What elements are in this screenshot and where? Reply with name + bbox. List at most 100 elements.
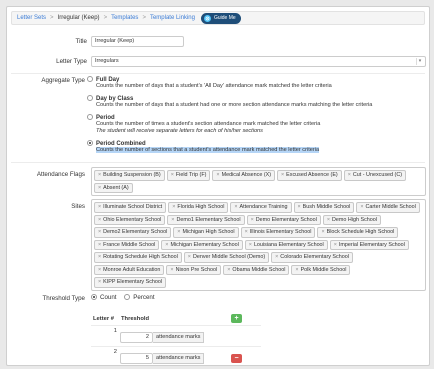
- site-tag[interactable]: × Demo1 Elementary School: [167, 214, 245, 225]
- remove-icon[interactable]: ×: [234, 204, 237, 210]
- remove-icon[interactable]: ×: [98, 279, 101, 285]
- site-tag[interactable]: × Obama Middle School: [223, 264, 290, 275]
- remove-icon[interactable]: ×: [98, 172, 101, 178]
- remove-icon[interactable]: ×: [98, 204, 101, 210]
- threshold-option-percent[interactable]: Percent: [124, 294, 155, 301]
- site-tag[interactable]: × KIPP Elementary School: [94, 277, 167, 288]
- radio-period[interactable]: [87, 114, 93, 121]
- threshold-type-label: Threshold Type: [42, 295, 85, 302]
- site-tag[interactable]: × Nixon Pre School: [166, 264, 222, 275]
- breadcrumb-template-linking[interactable]: Template Linking: [150, 15, 195, 21]
- site-tag[interactable]: × Imperial Elementary School: [329, 239, 409, 250]
- site-tag[interactable]: × Polk Middle School: [291, 264, 351, 275]
- remove-icon[interactable]: ×: [98, 254, 101, 260]
- aggregate-option-day-by-class[interactable]: Day by Class Counts the number of days t…: [87, 95, 372, 109]
- aggregate-option-full-day[interactable]: Full Day Counts the number of days that …: [87, 76, 332, 90]
- site-tag[interactable]: × Demo Elementary School: [246, 214, 321, 225]
- remove-icon[interactable]: ×: [177, 229, 180, 235]
- letter-template-card: Letter Sets > Irregular (Keep) > Templat…: [6, 6, 430, 366]
- flag-tag[interactable]: × Absent (A): [94, 182, 133, 193]
- site-tag[interactable]: × Bush Middle School: [293, 202, 355, 213]
- divider: [11, 73, 425, 74]
- remove-icon[interactable]: ×: [360, 204, 363, 210]
- site-tag[interactable]: × Florida High School: [168, 202, 229, 213]
- remove-icon[interactable]: ×: [165, 242, 168, 248]
- radio-percent[interactable]: [124, 294, 131, 301]
- site-tag[interactable]: × Block Schedule High School: [317, 227, 399, 238]
- site-tag[interactable]: × Denver Middle School (Demo): [183, 252, 270, 263]
- radio-count[interactable]: [91, 294, 97, 301]
- site-tag[interactable]: × Michigan Elementary School: [161, 239, 243, 250]
- guide-me-button[interactable]: Guide Me: [200, 12, 241, 24]
- sites-label: Sites: [71, 203, 85, 210]
- threshold-input[interactable]: 5: [120, 353, 153, 364]
- remove-icon[interactable]: ×: [98, 217, 101, 223]
- breadcrumb-separator: >: [103, 15, 108, 21]
- radio-day-by-class[interactable]: [87, 95, 93, 102]
- flag-tag[interactable]: × Building Suspension (B): [94, 170, 165, 181]
- breadcrumb-letter-sets[interactable]: Letter Sets: [17, 15, 46, 21]
- remove-icon[interactable]: ×: [170, 267, 173, 273]
- flag-tag[interactable]: × Medical Absence (X): [212, 170, 276, 181]
- remove-icon[interactable]: ×: [298, 204, 301, 210]
- col-threshold-header: Threshold: [121, 316, 150, 322]
- threshold-unit: attendance marks: [153, 332, 205, 343]
- remove-icon[interactable]: ×: [334, 242, 337, 248]
- remove-icon[interactable]: ×: [98, 185, 101, 191]
- remove-icon[interactable]: ×: [321, 229, 324, 235]
- col-letter-header: Letter #: [93, 316, 114, 322]
- remove-icon[interactable]: ×: [348, 172, 351, 178]
- attendance-flags-select[interactable]: × Building Suspension (B) × Field Trip (F)…: [91, 167, 426, 196]
- aggregate-option-period[interactable]: Period Counts the number of times a stud…: [87, 114, 320, 134]
- remove-icon[interactable]: ×: [249, 242, 252, 248]
- site-tag[interactable]: × Carter Middle School: [356, 202, 420, 213]
- flag-tag[interactable]: × Field Trip (F): [166, 170, 211, 181]
- radio-full-day[interactable]: [87, 76, 93, 83]
- site-tag[interactable]: × Demo2 Elementary School: [94, 227, 172, 238]
- radio-period-combined[interactable]: [87, 140, 93, 147]
- site-tag[interactable]: × Monroe Adult Education: [94, 264, 165, 275]
- aggregate-option-desc: Counts the number of sections that a stu…: [96, 147, 320, 153]
- site-tag[interactable]: × France Middle School: [94, 239, 160, 250]
- remove-icon[interactable]: ×: [245, 229, 248, 235]
- remove-icon[interactable]: ×: [98, 242, 101, 248]
- remove-icon[interactable]: ×: [281, 172, 284, 178]
- remove-icon[interactable]: ×: [98, 229, 101, 235]
- aggregate-option-period-combined[interactable]: Period Combined Counts the number of sec…: [87, 140, 320, 154]
- remove-icon[interactable]: ×: [172, 204, 175, 210]
- letter-number: 1: [113, 328, 117, 334]
- chevron-down-icon: ▾: [416, 58, 423, 65]
- site-tag[interactable]: × Louisiana Elementary School: [244, 239, 328, 250]
- site-tag[interactable]: × Attendance Training: [230, 202, 292, 213]
- site-tag[interactable]: × Colorado Elementary School: [271, 252, 353, 263]
- remove-icon[interactable]: ×: [171, 217, 174, 223]
- remove-icon[interactable]: ×: [275, 254, 278, 260]
- site-tag[interactable]: × Ohio Elementary School: [94, 214, 166, 225]
- remove-icon[interactable]: ×: [227, 267, 230, 273]
- threshold-input[interactable]: 2: [120, 332, 153, 343]
- breadcrumb-separator: >: [142, 15, 146, 21]
- site-tag[interactable]: × Demo High School: [322, 214, 381, 225]
- site-tag[interactable]: × Illuminate School District: [94, 202, 167, 213]
- remove-icon[interactable]: ×: [295, 267, 298, 273]
- sites-select[interactable]: × Illuminate School District × Florida Hig…: [91, 199, 426, 291]
- remove-icon[interactable]: ×: [188, 254, 191, 260]
- add-threshold-button[interactable]: +: [231, 314, 242, 323]
- remove-icon[interactable]: ×: [327, 217, 330, 223]
- remove-icon[interactable]: ×: [171, 172, 174, 178]
- aggregate-type-label: Aggregate Type: [41, 77, 85, 84]
- flag-tag[interactable]: × Excused Absence (E): [277, 170, 342, 181]
- title-input[interactable]: Irregular (Keep): [91, 36, 184, 47]
- remove-threshold-button[interactable]: −: [231, 354, 242, 363]
- site-tag[interactable]: × Illinois Elementary School: [240, 227, 316, 238]
- flag-tag[interactable]: × Cut - Unexcused (C): [343, 170, 407, 181]
- remove-icon[interactable]: ×: [98, 267, 101, 273]
- divider: [11, 162, 425, 163]
- threshold-option-count[interactable]: Count: [91, 294, 117, 301]
- site-tag[interactable]: × Rotating Schedule High School: [94, 252, 182, 263]
- remove-icon[interactable]: ×: [216, 172, 219, 178]
- breadcrumb-templates[interactable]: Templates: [111, 15, 138, 21]
- remove-icon[interactable]: ×: [251, 217, 254, 223]
- letter-type-select[interactable]: Irregulars ▾: [91, 56, 426, 67]
- site-tag[interactable]: × Michigan High School: [173, 227, 239, 238]
